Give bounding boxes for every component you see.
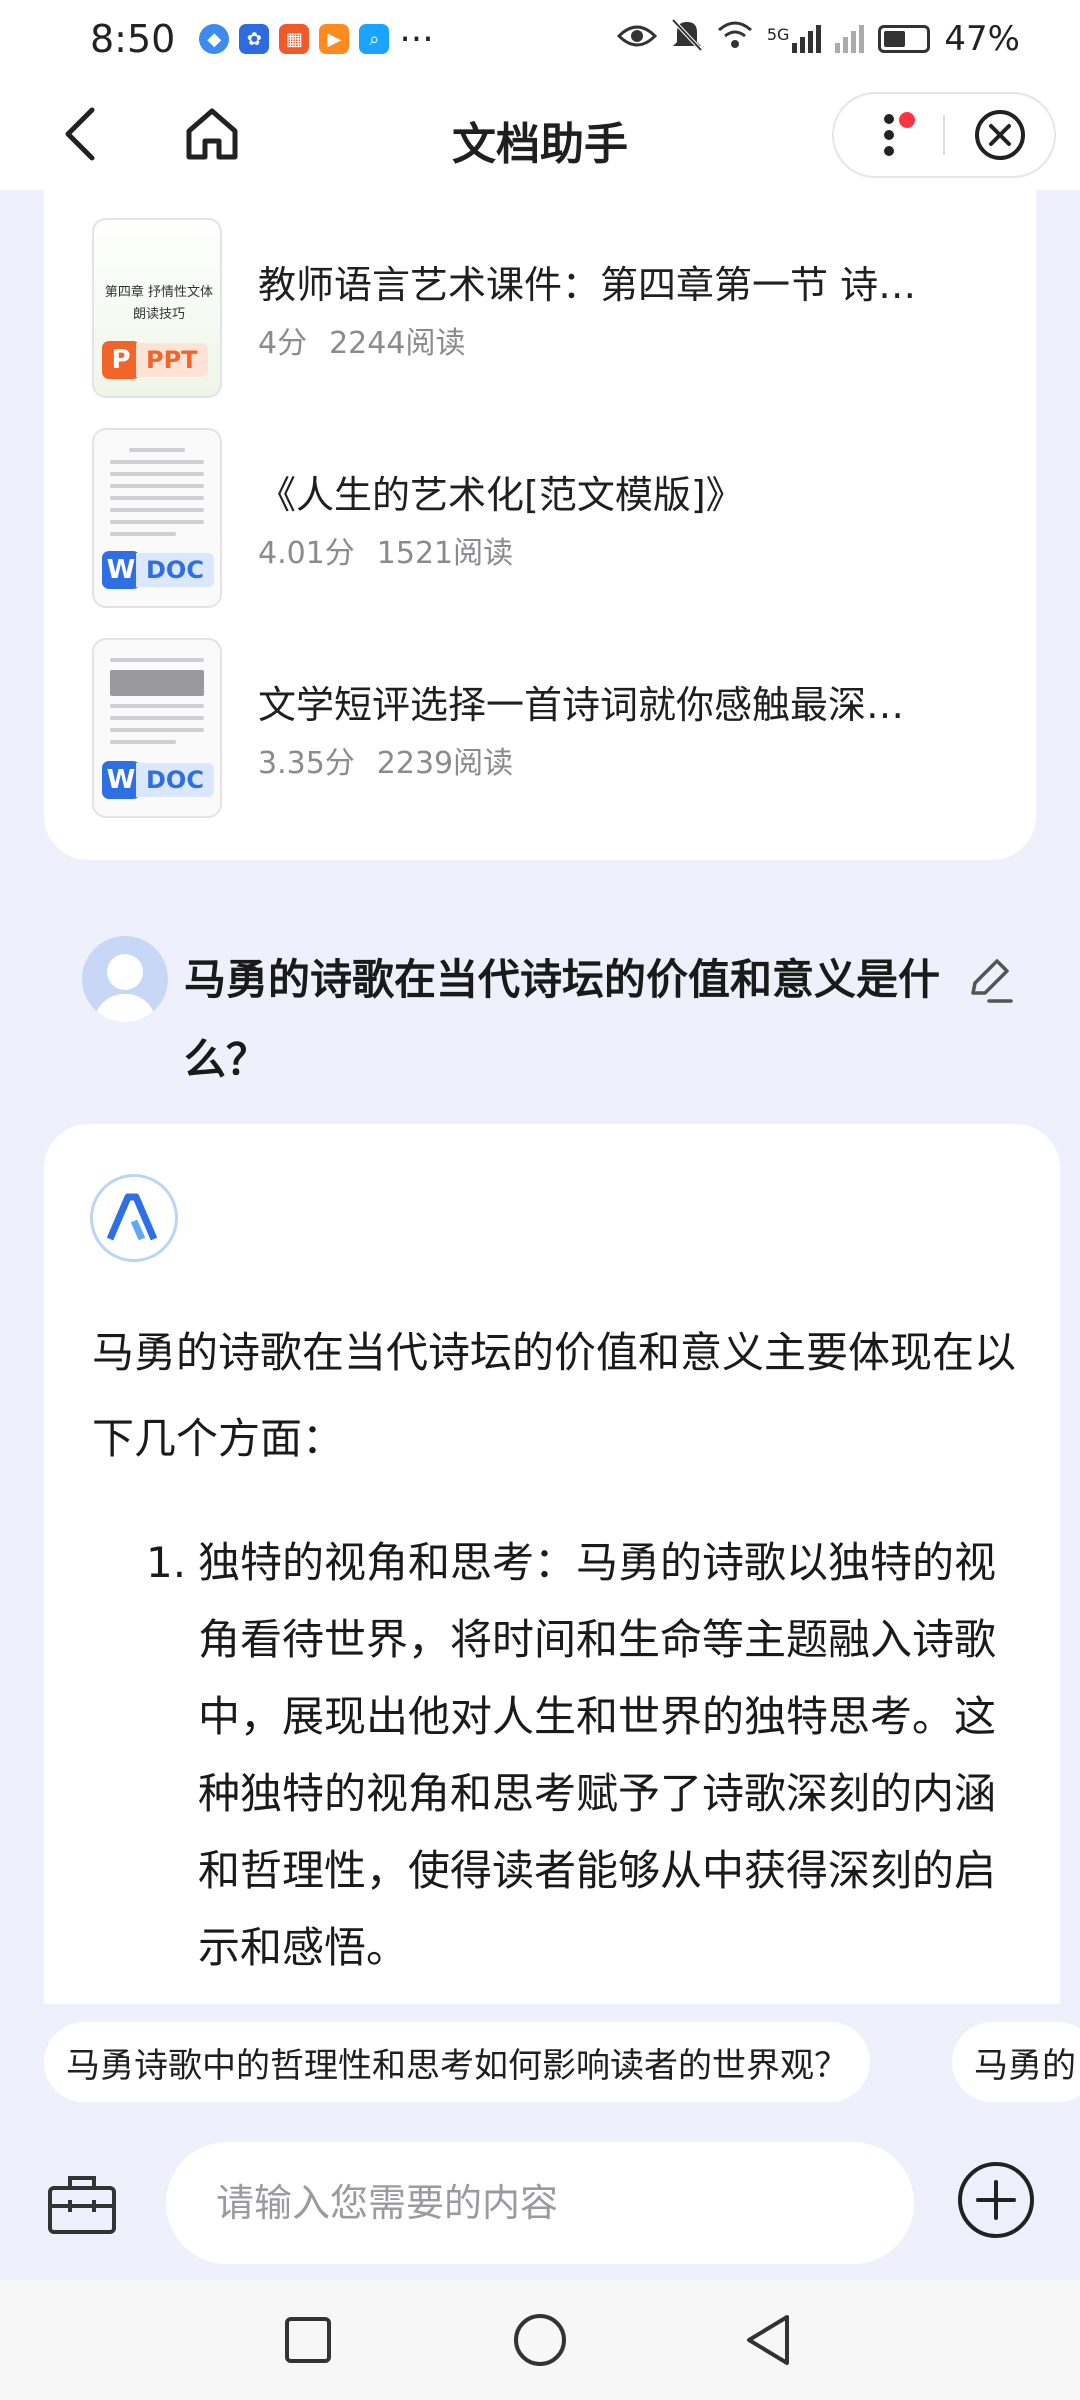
mute-icon	[671, 18, 703, 61]
signal-2-icon	[835, 25, 865, 53]
thumb-text: 第四章 抒情性文体 朗读技巧	[104, 285, 214, 322]
circle-icon	[514, 2314, 566, 2366]
message-input[interactable]	[166, 2142, 914, 2264]
app-notification-icon: ◆	[199, 24, 230, 54]
doc-title: 《人生的艺术化[范文模版]》	[258, 473, 744, 517]
network-type: 5G	[766, 25, 790, 44]
file-type-badge: W DOC	[102, 760, 214, 800]
list-item-number: 1.	[146, 1538, 187, 1587]
recents-button[interactable]	[272, 2304, 344, 2376]
search-app-icon: ⌕	[359, 24, 390, 54]
ai-answer-card: 马勇的诗歌在当代诗坛的价值和意义主要体现在以下几个方面： 1. 独特的视角和思考…	[44, 1124, 1060, 2004]
list-item-text: 独特的视角和思考：马勇的诗歌以独特的视角看待世界，将时间和生命等主题融入诗歌中，…	[198, 1538, 997, 1972]
wifi-icon	[717, 19, 753, 59]
doc-reads: 2239阅读	[376, 746, 514, 781]
doc-title: 文学短评选择一首诗词就你感触最深…	[258, 683, 905, 727]
plus-circle-icon	[958, 2162, 1034, 2238]
system-nav-bar	[0, 2280, 1080, 2400]
doc-item[interactable]: 第四章 抒情性文体 朗读技巧 P PPT 教师语言艺术课件：第四章第一节 诗… 4…	[92, 218, 992, 398]
edit-pencil-icon	[971, 959, 1013, 1003]
app-header: 文档助手	[0, 78, 1080, 190]
file-type-label: PPT	[136, 343, 208, 377]
doc-score: 4分	[258, 326, 308, 361]
doc-reads: 1521阅读	[376, 536, 514, 571]
status-bar: 8:50 ◆ ✿ ▦ ▶ ⌕ ··· 5G 47%	[0, 0, 1080, 78]
doc-item[interactable]: W DOC 文学短评选择一首诗词就你感触最深… 3.35分 2239阅读	[92, 638, 992, 818]
triangle-back-icon	[747, 2315, 789, 2365]
doc-title: 教师语言艺术课件：第四章第一节 诗…	[258, 263, 917, 307]
more-notifications: ···	[399, 18, 434, 60]
more-vertical-icon	[883, 114, 894, 156]
status-time: 8:50	[90, 17, 176, 61]
video-icon: ▶	[319, 24, 350, 54]
file-type-badge: P PPT	[102, 340, 208, 380]
notification-dot	[899, 112, 916, 128]
doc-reads: 2244阅读	[329, 326, 466, 361]
user-question: 马勇的诗歌在当代诗坛的价值和意义是什么？	[184, 955, 941, 1084]
doc-thumbnail: 第四章 抒情性文体 朗读技巧 P PPT	[92, 218, 222, 398]
file-type-badge: W DOC	[102, 550, 214, 590]
close-button[interactable]	[945, 92, 1054, 178]
edit-question-button[interactable]	[960, 950, 1020, 1010]
related-docs-card: 第四章 抒情性文体 朗读技巧 P PPT 教师语言艺术课件：第四章第一节 诗… 4…	[44, 190, 1036, 860]
doc-score: 3.35分	[258, 746, 355, 781]
app-grid-icon: ▦	[279, 24, 310, 54]
doc-meta: 4分 2244阅读	[258, 318, 465, 362]
home-nav-button[interactable]	[504, 2304, 576, 2376]
doc-meta: 4.01分 1521阅读	[258, 528, 513, 572]
toolbox-icon	[48, 2176, 116, 2234]
toolbox-button[interactable]	[44, 2166, 120, 2242]
doc-meta: 3.35分 2239阅读	[258, 738, 513, 782]
suggestion-chip[interactable]: 马勇的	[952, 2022, 1080, 2102]
answer-intro: 马勇的诗歌在当代诗坛的价值和意义主要体现在以下几个方面：	[92, 1328, 1017, 1463]
battery-icon	[878, 25, 931, 53]
square-icon	[285, 2317, 331, 2363]
ppt-icon: P	[102, 341, 140, 379]
close-circle-icon	[974, 110, 1025, 160]
file-type-label: DOC	[136, 763, 214, 797]
back-nav-button[interactable]	[732, 2304, 804, 2376]
suggestion-chips: 马勇诗歌中的哲理性和思考如何影响读者的世界观？ 马勇的	[0, 2022, 1080, 2106]
ai-assistant-logo-icon	[90, 1174, 178, 1262]
battery-percent: 47%	[944, 19, 1020, 59]
word-icon: W	[102, 761, 140, 799]
doc-score: 4.01分	[258, 536, 355, 571]
input-bar	[0, 2130, 1080, 2280]
doc-thumbnail: W DOC	[92, 638, 222, 818]
signal-icon: 5G	[767, 25, 822, 53]
doc-item[interactable]: W DOC 《人生的艺术化[范文模版]》 4.01分 1521阅读	[92, 428, 992, 608]
eye-icon	[616, 19, 657, 59]
user-avatar	[82, 936, 168, 1022]
word-icon: W	[102, 551, 140, 589]
capsule-menu	[832, 92, 1056, 178]
file-type-label: DOC	[136, 553, 214, 587]
suggestion-chip[interactable]: 马勇诗歌中的哲理性和思考如何影响读者的世界观？	[44, 2022, 870, 2102]
doc-thumbnail: W DOC	[92, 428, 222, 608]
more-button[interactable]	[834, 92, 943, 178]
baidu-icon: ✿	[239, 24, 270, 54]
add-button[interactable]	[956, 2160, 1036, 2240]
